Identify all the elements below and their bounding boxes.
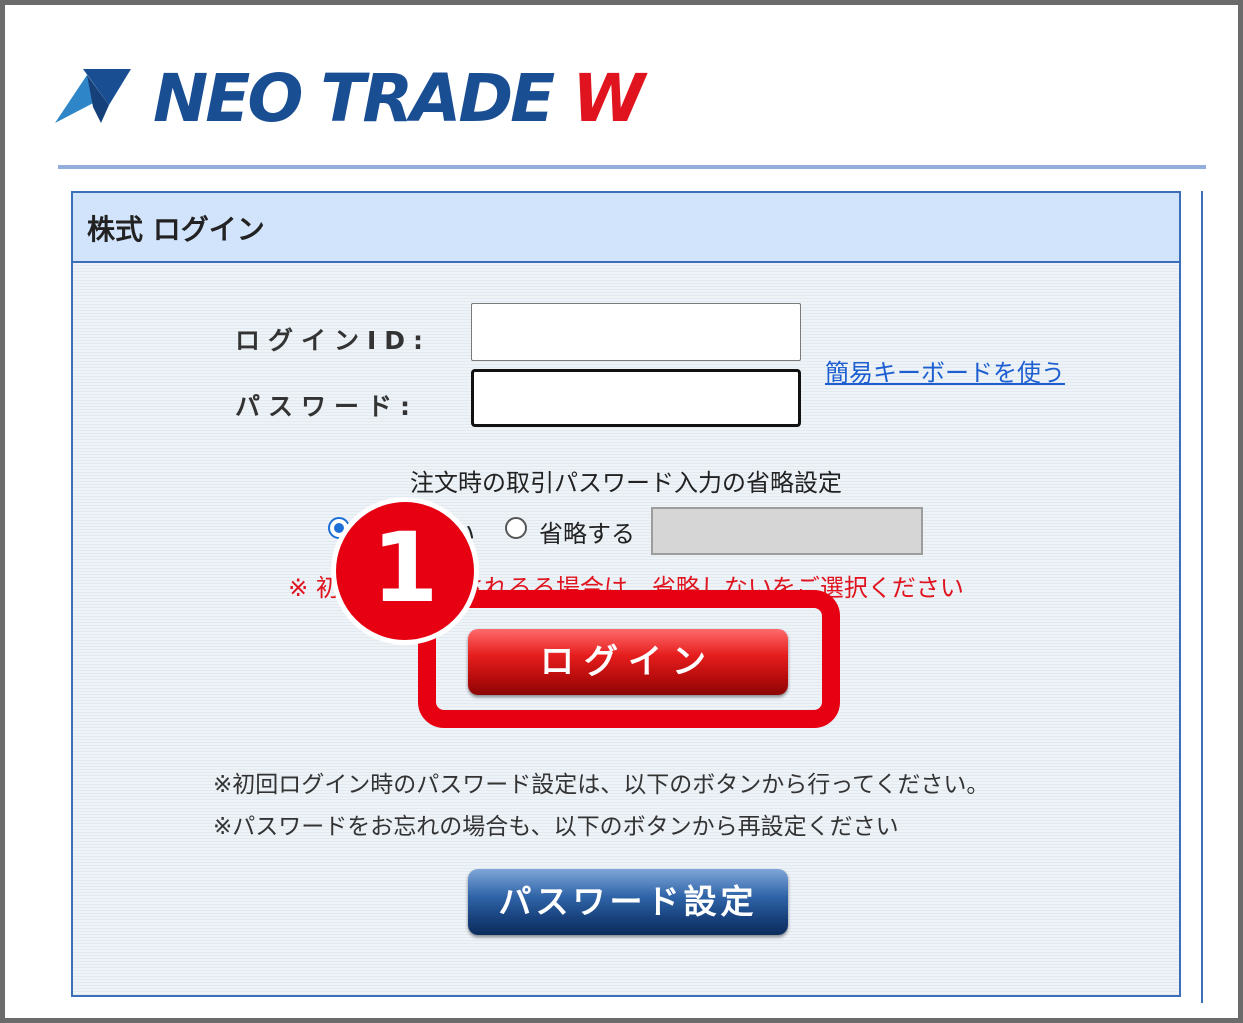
- stock-login-panel: 株式 ログイン ログインID: パスワード: 簡易キーボードを使う 注文時の取引…: [71, 191, 1181, 997]
- panel-title: 株式 ログイン: [87, 213, 265, 246]
- omit-password-input-disabled: [651, 507, 923, 555]
- panel-header: 株式 ログイン: [73, 193, 1179, 263]
- note-forgot-password: ※パスワードをお忘れの場合も、以下のボタンから再設定ください: [213, 814, 899, 840]
- logo-w-suffix: W: [572, 60, 645, 137]
- login-button-highlight: [418, 590, 840, 728]
- right-border-line: [1201, 191, 1203, 1003]
- login-id-label: ログインID:: [235, 326, 432, 355]
- note-first-login: ※初回ログイン時のパスワード設定は、以下のボタンから行ってください。: [213, 772, 990, 798]
- omit-setting-title: 注文時の取引パスワード入力の省略設定: [410, 469, 842, 497]
- step-badge: 1: [331, 497, 479, 645]
- radio-omit-label: 省略する: [539, 520, 635, 548]
- password-input[interactable]: [471, 369, 801, 427]
- logo-mark-icon: [55, 69, 131, 123]
- header-divider: [58, 165, 1206, 169]
- radio-omit[interactable]: [505, 517, 527, 539]
- easy-keyboard-link[interactable]: 簡易キーボードを使う: [825, 353, 1065, 388]
- password-setup-button[interactable]: パスワード設定: [468, 869, 788, 935]
- login-id-input[interactable]: [471, 303, 801, 361]
- password-label: パスワード:: [235, 392, 418, 421]
- screenshot-frame: NEO TRADE W 株式 ログイン ログインID: パスワード: 簡易キーボ…: [0, 0, 1243, 1023]
- neotrade-logo: NEO TRADE W: [53, 61, 673, 137]
- logo-wordmark: NEO TRADE W: [153, 60, 645, 137]
